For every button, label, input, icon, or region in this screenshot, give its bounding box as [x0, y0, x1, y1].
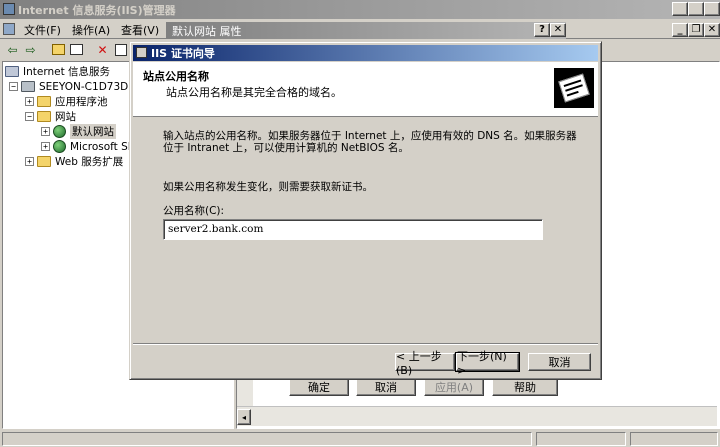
status-panel-main — [2, 432, 532, 446]
wizard-instruction-line3: 如果公用名称发生变化，则需要获取新证书。 — [163, 181, 373, 193]
wizard-instruction-line2: 位于 Intranet 上，可以使用计算机的 NetBIOS 名。 — [163, 142, 409, 154]
wizard-title-bar: IIS 证书向导 — [133, 45, 598, 61]
website-globe-icon — [53, 140, 66, 153]
mmc-doc-icon — [3, 23, 15, 35]
tree-label-default-site: 默认网站 — [70, 124, 116, 139]
properties-dialog-title-bar: 默认网站 属性 ? ✕ — [166, 22, 566, 39]
horizontal-scrollbar[interactable]: ◂ — [237, 406, 717, 426]
tree-item-web-ext[interactable]: + Web 服务扩展 — [25, 154, 123, 169]
status-panel-secondary — [536, 432, 626, 446]
expand-icon[interactable]: + — [25, 97, 34, 106]
website-globe-icon — [53, 125, 66, 138]
wizard-header: 站点公用名称 站点公用名称是其完全合格的域名。 — [133, 62, 598, 117]
wizard-title: IIS 证书向导 — [151, 47, 215, 60]
wizard-cancel-button[interactable]: 取消 — [528, 353, 591, 371]
certificate-wizard-dialog: IIS 证书向导 站点公用名称 站点公用名称是其完全合格的域名。 输入站点的公用… — [129, 41, 602, 380]
collapse-icon[interactable]: − — [9, 82, 18, 91]
certificate-icon — [554, 68, 594, 108]
common-name-value: server2.bank.com — [168, 223, 264, 235]
show-hide-tree-icon[interactable] — [68, 41, 85, 58]
maximize-button[interactable]: □ — [688, 2, 704, 16]
back-arrow-icon[interactable]: ⇦ — [4, 41, 21, 58]
tree-item-websites[interactable]: − 网站 — [25, 109, 76, 124]
scroll-left-button[interactable]: ◂ — [237, 409, 251, 425]
collapse-icon[interactable]: − — [25, 112, 34, 121]
tree-label-ms-site: Microsoft SI — [70, 140, 131, 153]
status-bar — [0, 430, 720, 447]
prop-cancel-button[interactable]: 取消 — [356, 378, 416, 396]
common-name-input[interactable]: server2.bank.com — [163, 219, 543, 240]
iis-server-icon — [5, 66, 19, 77]
wizard-footer-divider — [133, 343, 598, 345]
up-folder-icon[interactable] — [50, 41, 67, 58]
window-title: Internet 信息服务(IIS)管理器 — [18, 3, 176, 17]
main-title-bar: Internet 信息服务(IIS)管理器 _ □ ✕ — [0, 0, 720, 19]
back-button[interactable]: < 上一步(B) — [395, 350, 455, 377]
next-button[interactable]: 下一步(N) > — [455, 350, 520, 377]
wizard-header-subtitle: 站点公用名称是其完全合格的域名。 — [166, 86, 342, 99]
tree-item-default-site[interactable]: + 默认网站 — [41, 124, 116, 139]
iis-app-icon — [3, 3, 15, 15]
tree-item-app-pool[interactable]: + 应用程序池 — [25, 94, 108, 109]
wizard-header-title: 站点公用名称 — [143, 70, 209, 83]
minimize-button[interactable]: _ — [672, 2, 688, 16]
prop-help-button[interactable]: ? — [534, 23, 550, 37]
properties-dialog-title: 默认网站 属性 — [172, 24, 242, 38]
folder-icon — [37, 96, 51, 107]
tree-label-web-ext: Web 服务扩展 — [55, 156, 124, 168]
prop-close-button[interactable]: ✕ — [550, 23, 566, 37]
child-close-button[interactable]: ✕ — [704, 23, 720, 37]
folder-icon — [37, 156, 51, 167]
prop-ok-button[interactable]: 确定 — [289, 378, 349, 396]
child-restore-button[interactable]: ❐ — [688, 23, 704, 37]
expand-icon[interactable]: + — [25, 157, 34, 166]
tree-item-root[interactable]: Internet 信息服务 — [5, 64, 110, 79]
menu-action[interactable]: 操作(A) — [72, 22, 110, 37]
computer-icon — [21, 81, 35, 92]
menu-file[interactable]: 文件(F) — [24, 22, 61, 37]
common-name-label: 公用名称(C): — [163, 205, 225, 217]
tree-label-app-pool: 应用程序池 — [55, 96, 108, 108]
prop-apply-button[interactable]: 应用(A) — [424, 378, 484, 396]
expand-icon[interactable]: + — [41, 127, 50, 136]
child-minimize-button[interactable]: _ — [672, 23, 688, 37]
folder-icon — [37, 111, 51, 122]
close-button[interactable]: ✕ — [704, 2, 720, 16]
tree-item-ms-site[interactable]: + Microsoft SI — [41, 139, 131, 154]
forward-arrow-icon[interactable]: ⇨ — [22, 41, 39, 58]
delete-icon[interactable]: ✕ — [94, 41, 111, 58]
tree-label-websites: 网站 — [55, 111, 76, 123]
prop-help-text-button[interactable]: 帮助 — [492, 378, 558, 396]
tree-label-root: Internet 信息服务 — [23, 66, 111, 78]
properties-icon[interactable] — [112, 41, 129, 58]
expand-icon[interactable]: + — [41, 142, 50, 151]
wizard-app-icon — [136, 47, 147, 58]
status-panel-tertiary — [630, 432, 718, 446]
menu-view[interactable]: 查看(V) — [121, 22, 159, 37]
